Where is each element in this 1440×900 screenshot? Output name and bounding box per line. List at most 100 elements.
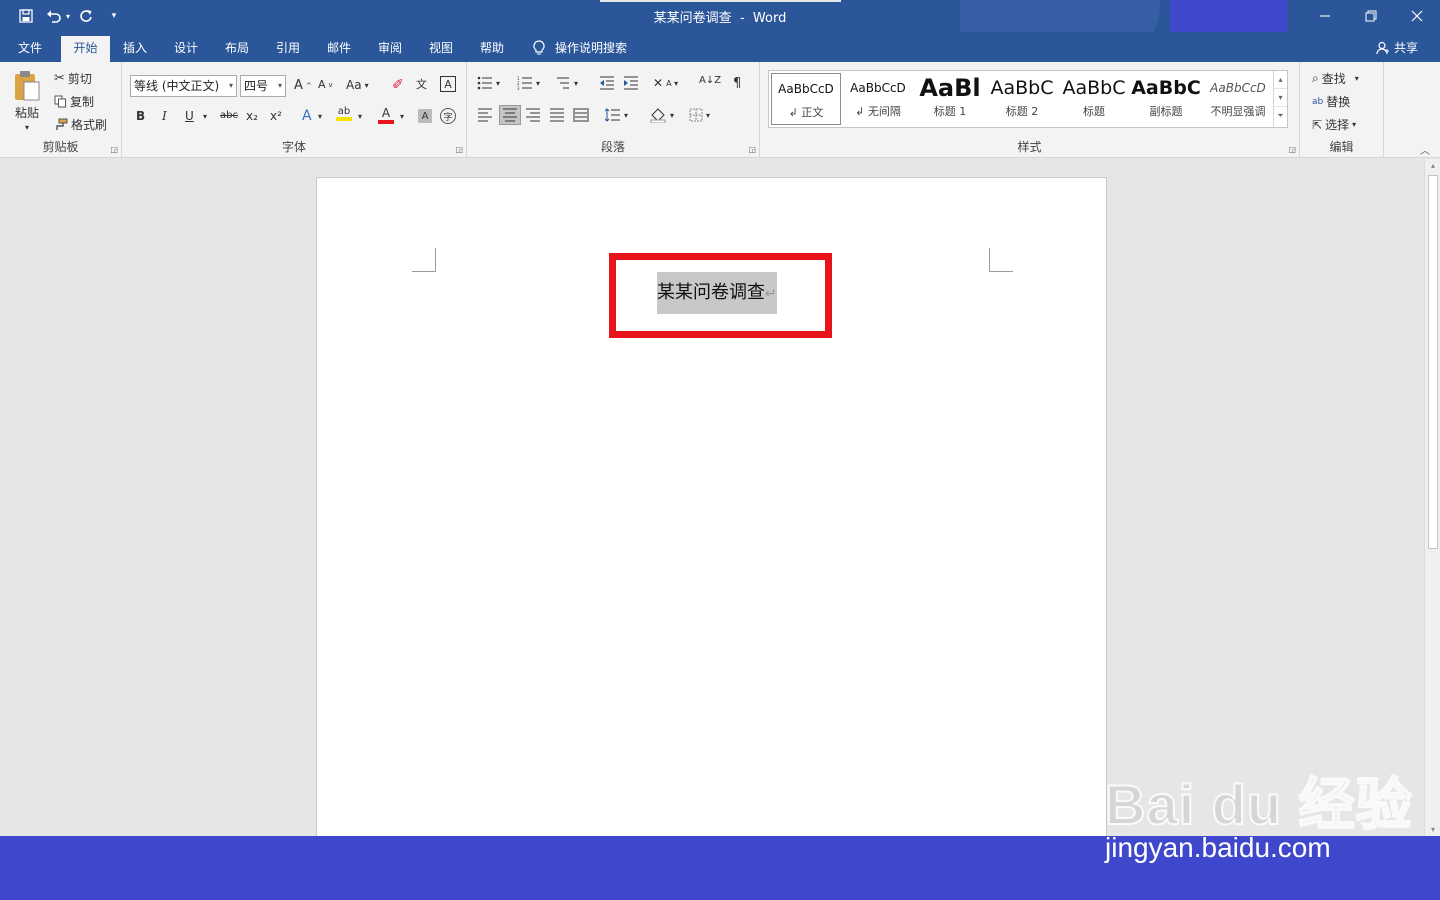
style-title-sample: AaBbC <box>1062 77 1126 99</box>
phonetic-guide-icon[interactable]: 文 <box>416 76 427 92</box>
copy-button[interactable]: 复制 <box>54 93 94 110</box>
select-button[interactable]: ⇱ 选择 ▾ <box>1312 116 1356 133</box>
superscript-button[interactable]: x² <box>270 109 282 123</box>
cut-button[interactable]: ✂ 剪切 <box>54 70 92 87</box>
scrollbar-thumb[interactable] <box>1428 175 1438 549</box>
style-heading-2-sample: AaBbC <box>990 77 1054 99</box>
tab-references[interactable]: 引用 <box>268 36 308 62</box>
align-right-icon[interactable] <box>525 108 541 122</box>
text-effects-dropdown-icon[interactable]: ▾ <box>318 112 322 121</box>
paste-dropdown-icon[interactable]: ▾ <box>25 123 29 132</box>
character-shading-icon[interactable]: A <box>418 109 432 123</box>
shrink-font-icon[interactable]: Av <box>318 78 333 91</box>
ribbon-tab-bar: 文件 开始 插入 设计 布局 引用 邮件 审阅 视图 帮助 操作说明搜索 共享 <box>0 32 1440 62</box>
font-color-dropdown-icon[interactable]: ▾ <box>400 112 404 121</box>
distributed-icon[interactable] <box>573 107 589 123</box>
numbering-icon[interactable]: 123 ▾ <box>517 76 540 90</box>
strikethrough-button[interactable]: abc <box>220 110 238 121</box>
select-dropdown-icon[interactable]: ▾ <box>1352 120 1356 129</box>
line-spacing-icon[interactable]: ▾ <box>605 108 628 122</box>
character-border-icon[interactable]: A <box>440 76 456 92</box>
decrease-indent-icon[interactable] <box>599 76 615 90</box>
tab-file[interactable]: 文件 <box>10 36 50 62</box>
selected-title-text[interactable]: 某某问卷调查↵ <box>657 272 777 314</box>
clipboard-launcher-icon[interactable]: ◲ <box>110 145 118 154</box>
gallery-up-icon[interactable]: ▴ <box>1274 71 1287 89</box>
share-button[interactable]: 共享 <box>1376 36 1418 60</box>
bold-button[interactable]: B <box>136 109 145 123</box>
close-icon[interactable] <box>1394 0 1440 32</box>
style-no-spacing[interactable]: AaBbCcD ↲ 无间隔 <box>843 73 913 125</box>
scroll-down-icon[interactable]: ▾ <box>1425 825 1440 834</box>
highlight-dropdown-icon[interactable]: ▾ <box>358 112 362 121</box>
font-name-combo[interactable]: 等线 (中文正文) ▾ <box>130 75 237 97</box>
borders-icon[interactable]: ▾ <box>689 108 710 122</box>
scroll-up-icon[interactable]: ▴ <box>1425 161 1440 170</box>
increase-indent-icon[interactable] <box>623 76 639 90</box>
tab-mailings[interactable]: 邮件 <box>319 36 359 62</box>
style-title[interactable]: AaBbC 标题 <box>1059 73 1129 125</box>
window-title: 某某问卷调查 - Word <box>0 7 1440 26</box>
style-heading-2[interactable]: AaBbC 标题 2 <box>987 73 1057 125</box>
subscript-button[interactable]: x₂ <box>246 109 258 123</box>
underline-button[interactable]: U <box>185 109 194 123</box>
font-launcher-icon[interactable]: ◲ <box>455 145 463 154</box>
style-subtle-emphasis[interactable]: AaBbCcD 不明显强调 <box>1203 73 1273 125</box>
tab-home[interactable]: 开始 <box>61 36 110 62</box>
gallery-more-icon[interactable]: ⏷ <box>1274 107 1287 125</box>
vertical-scrollbar[interactable]: ▴ ▾ <box>1424 159 1440 836</box>
change-case-button[interactable]: Aa ▾ <box>346 78 369 92</box>
styles-launcher-icon[interactable]: ◲ <box>1288 145 1296 154</box>
tab-layout[interactable]: 布局 <box>217 36 257 62</box>
tab-design[interactable]: 设计 <box>166 36 206 62</box>
tab-insert[interactable]: 插入 <box>115 36 155 62</box>
font-size-combo[interactable]: 四号 ▾ <box>240 75 286 97</box>
align-center-icon[interactable] <box>499 105 521 125</box>
asian-layout-icon[interactable]: ✕ A ▾ <box>653 76 678 90</box>
show-marks-icon[interactable]: ¶ <box>733 76 741 91</box>
style-heading-1[interactable]: AaBl 标题 1 <box>915 73 985 125</box>
replace-icon: ab <box>1312 96 1324 107</box>
paste-label: 粘贴 <box>14 106 39 120</box>
justify-icon[interactable] <box>549 108 565 122</box>
font-name-dropdown-icon[interactable]: ▾ <box>229 76 233 96</box>
document-page[interactable]: 某某问卷调查↵ <box>316 177 1107 877</box>
enclose-characters-icon[interactable]: 字 <box>440 108 456 124</box>
tab-help[interactable]: 帮助 <box>472 36 512 62</box>
document-canvas: 某某问卷调查↵ <box>0 159 1424 877</box>
find-button[interactable]: ⌕ 查找 ▾ <box>1312 70 1359 87</box>
align-left-icon[interactable] <box>477 108 493 122</box>
style-title-name: 标题 <box>1083 105 1105 118</box>
paragraph-launcher-icon[interactable]: ◲ <box>748 145 756 154</box>
font-size-dropdown-icon[interactable]: ▾ <box>278 76 282 96</box>
crop-mark-top-left <box>412 248 436 272</box>
clear-formatting-icon[interactable]: ✐ <box>392 77 404 93</box>
format-painter-button[interactable]: 格式刷 <box>54 116 107 133</box>
style-subtitle[interactable]: AaBbC 副标题 <box>1131 73 1201 125</box>
text-effects-icon[interactable]: A <box>302 108 312 124</box>
minimize-icon[interactable] <box>1302 0 1348 32</box>
find-dropdown-icon[interactable]: ▾ <box>1355 74 1359 83</box>
highlight-color-icon[interactable]: ab <box>336 106 352 121</box>
shading-icon[interactable]: ▾ <box>649 107 674 123</box>
change-case-dropdown-icon[interactable]: ▾ <box>365 81 369 90</box>
italic-button[interactable]: I <box>162 109 167 123</box>
gallery-down-icon[interactable]: ▾ <box>1274 89 1287 107</box>
multilevel-list-icon[interactable]: ▾ <box>555 76 578 90</box>
style-normal[interactable]: AaBbCcD ↲ 正文 <box>771 73 841 125</box>
tab-review[interactable]: 审阅 <box>370 36 410 62</box>
editing-group: ⌕ 查找 ▾ ab 替换 ⇱ 选择 ▾ 编辑 <box>1300 62 1384 158</box>
restore-icon[interactable] <box>1348 0 1394 32</box>
underline-dropdown-icon[interactable]: ▾ <box>203 112 207 121</box>
sort-icon[interactable]: A↓Z <box>699 75 721 86</box>
bullets-icon[interactable]: ▾ <box>477 76 500 90</box>
replace-button[interactable]: ab 替换 <box>1312 93 1350 110</box>
paste-button[interactable]: 粘贴 ▾ <box>12 70 42 132</box>
cursor-icon: ⇱ <box>1312 117 1323 132</box>
tab-view[interactable]: 视图 <box>421 36 461 62</box>
collapse-ribbon-icon[interactable]: ︿ <box>1420 142 1430 157</box>
style-subtitle-name: 副标题 <box>1149 105 1183 118</box>
font-color-icon[interactable]: A <box>378 106 394 124</box>
grow-font-icon[interactable]: A ^ <box>294 78 312 93</box>
tell-me-search[interactable]: 操作说明搜索 <box>533 36 627 60</box>
